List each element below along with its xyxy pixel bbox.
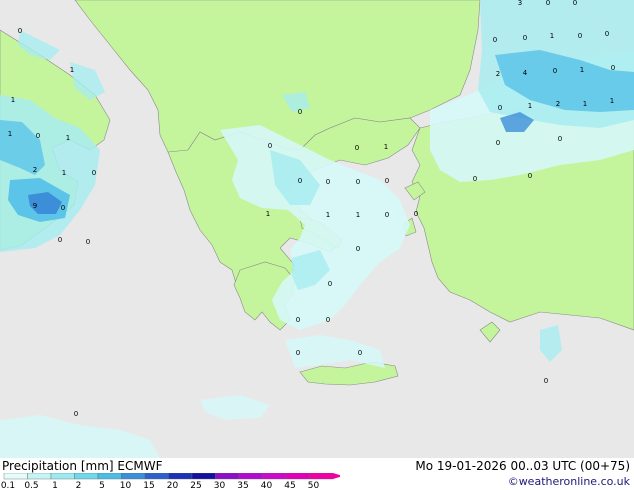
- precip-value-label: 1: [11, 96, 15, 104]
- scale-tick-label: 30: [214, 481, 226, 490]
- precip-value-label: 1: [70, 66, 74, 74]
- color-scale-ticks: 0.1 0.5 1 2 5 10 15 20 25 30 35 40 45 50: [1, 481, 320, 490]
- scale-tick-label: 10: [120, 481, 132, 490]
- precip-value-label: 1: [66, 134, 70, 142]
- scale-tick-label: 0.1: [1, 481, 15, 490]
- scale-tick-label: 45: [284, 481, 295, 490]
- precip-value-label: 0: [573, 0, 577, 7]
- scale-tick-label: 15: [143, 481, 154, 490]
- precip-value-label: 1: [356, 211, 360, 219]
- precip-value-label: 0: [498, 104, 502, 112]
- precip-value-label: 0: [296, 349, 300, 357]
- scale-tick-label: 5: [99, 481, 105, 490]
- precip-value-label: 0: [356, 245, 360, 253]
- scale-swatch: [121, 473, 146, 480]
- precip-value-label: 2: [33, 166, 37, 174]
- scale-swatch: [191, 473, 216, 480]
- precip-value-label: 0: [558, 135, 562, 143]
- precip-value-label: 4: [523, 69, 528, 77]
- scale-tick-label: 2: [76, 481, 82, 490]
- precip-value-label: 0: [355, 144, 359, 152]
- precip-value-label: 1: [62, 169, 66, 177]
- scale-swatch: [262, 473, 287, 480]
- precip-value-label: 1: [384, 143, 388, 151]
- precip-value-label: 0: [414, 210, 418, 218]
- precip-value-label: 2: [556, 100, 560, 108]
- datetime-text: Mo 19-01-2026 00..03 UTC (00+75): [415, 459, 630, 473]
- map-footer: Precipitation [mm] ECMWF Mo 19-01-2026 0…: [0, 458, 634, 490]
- color-scale: 0.1 0.5 1 2 5 10 15 20 25 30 35 40 45 50: [1, 473, 340, 490]
- precip-value-label: 0: [385, 177, 389, 185]
- precip-value-label: 2: [496, 70, 500, 78]
- precip-value-label: 1: [326, 211, 330, 219]
- precip-value-label: 0: [328, 280, 332, 288]
- credit-text: ©weatheronline.co.uk: [507, 475, 630, 488]
- scale-swatch: [27, 473, 52, 480]
- precip-value-label: 0: [473, 175, 477, 183]
- precip-value-label: 1: [528, 102, 532, 110]
- precip-value-label: 0: [578, 32, 582, 40]
- scale-swatch: [97, 473, 122, 480]
- scale-tick-label: 20: [167, 481, 179, 490]
- scale-swatch: [168, 473, 193, 480]
- precip-value-label: 0: [611, 64, 615, 72]
- scale-tick-label: 1: [52, 481, 58, 490]
- title-block: Precipitation [mm] ECMWF: [2, 459, 162, 473]
- scale-swatch: [238, 473, 263, 480]
- precip-value-label: 0: [544, 377, 548, 385]
- precip-value-label: 0: [86, 238, 90, 246]
- precip-value-label: 1: [550, 32, 554, 40]
- precip-value-label: 0: [493, 36, 497, 44]
- scale-swatch: [144, 473, 169, 480]
- precip-value-label: 0: [326, 178, 330, 186]
- precip-value-label: 1: [580, 66, 584, 74]
- precip-value-label: 0: [18, 27, 22, 35]
- color-scale-bars: [3, 473, 340, 480]
- precip-value-label: 0: [36, 132, 40, 140]
- weather-map: 3000001001240101121100001011210900000001…: [0, 0, 634, 490]
- precip-value-label: 0: [296, 316, 300, 324]
- scale-tick-label: 0.5: [24, 481, 38, 490]
- precip-value-label: 0: [553, 67, 557, 75]
- precip-value-label: 0: [358, 349, 362, 357]
- precip-value-label: 0: [92, 169, 96, 177]
- precip-value-label: 3: [518, 0, 522, 7]
- precip-value-label: 0: [298, 177, 302, 185]
- scale-arrow: [333, 473, 340, 479]
- precip-value-label: 0: [58, 236, 62, 244]
- scale-swatch: [50, 473, 75, 480]
- precip-value-label: 0: [74, 410, 78, 418]
- scale-tick-label: 40: [261, 481, 273, 490]
- scale-tick-label: 35: [237, 481, 248, 490]
- model-text: ECMWF: [117, 459, 163, 473]
- scale-tick-label: 50: [308, 481, 320, 490]
- precip-value-label: 1: [610, 97, 614, 105]
- precip-value-label: 0: [528, 172, 532, 180]
- precip-value-label: 0: [605, 30, 609, 38]
- scale-tick-label: 25: [190, 481, 201, 490]
- precip-value-label: 1: [266, 210, 270, 218]
- precip-value-label: 0: [546, 0, 550, 7]
- scale-swatch: [309, 473, 334, 480]
- precipitation-map: 3 0 0 0 0 0 1 0 0 1 2 4 0 1 0 1 1 2 1 1 0 0 0 0 1 0 1 1 2 1 0 9 0 0 0 0 0 0 0 1…: [0, 0, 634, 458]
- precip-value-label: 0: [61, 204, 65, 212]
- precip-value-label: 0: [326, 316, 330, 324]
- precip-value-label: 1: [8, 130, 12, 138]
- precip-value-label: 0: [298, 108, 302, 116]
- precip-value-label: 9: [33, 202, 37, 210]
- precip-value-label: 0: [523, 34, 527, 42]
- scale-swatch: [3, 473, 28, 480]
- precip-value-label: 0: [385, 211, 389, 219]
- scale-swatch: [74, 473, 99, 480]
- scale-swatch: [285, 473, 310, 480]
- precip-value-label: 0: [496, 139, 500, 147]
- precip-value-label: 1: [583, 100, 587, 108]
- precip-value-label: 0: [356, 178, 360, 186]
- precip-value-label: 0: [268, 142, 272, 150]
- title-text: Precipitation [mm]: [2, 459, 114, 473]
- scale-swatch: [215, 473, 240, 480]
